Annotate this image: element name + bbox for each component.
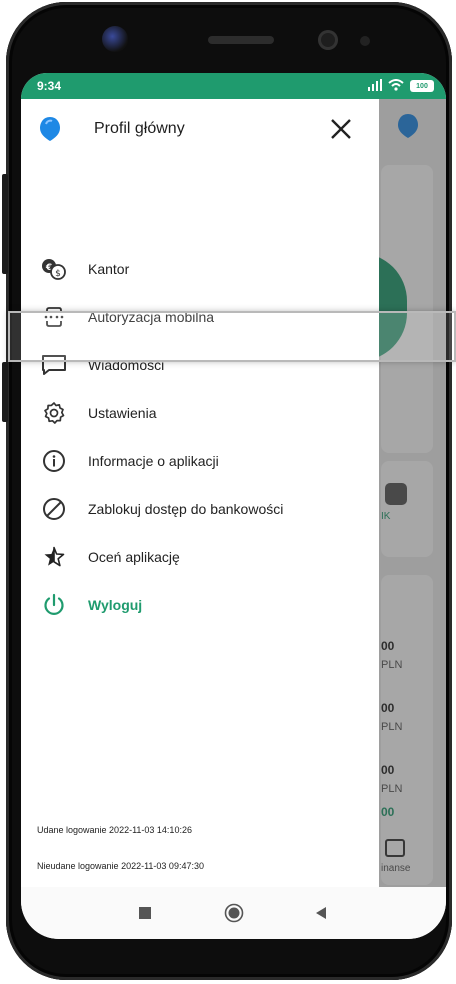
- menu-item-app-info[interactable]: Informacje o aplikacji: [21, 437, 379, 485]
- menu-item-label: Ustawienia: [88, 405, 157, 421]
- last-login-failed: Nieudane logowanie 2022-11-03 09:47:30: [37, 861, 204, 871]
- light-sensor: [360, 36, 370, 46]
- last-login-success: Udane logowanie 2022-11-03 14:10:26: [37, 825, 192, 835]
- menu-item-label: Kantor: [88, 261, 130, 277]
- back-button[interactable]: [309, 901, 333, 925]
- currency-exchange-icon: € $: [41, 256, 67, 282]
- close-icon[interactable]: [329, 117, 353, 141]
- back-triangle-icon: [316, 907, 326, 919]
- profile-avatar-icon: [40, 117, 60, 141]
- menu-item-label: Informacje o aplikacji: [88, 453, 219, 469]
- settings-highlight-frame: [8, 311, 456, 362]
- star-icon: [41, 544, 67, 570]
- drawer-title: Profil główny: [94, 120, 185, 137]
- menu-item-rate-app[interactable]: Oceń aplikację: [21, 533, 379, 581]
- menu-item-kantor[interactable]: € $ Kantor: [21, 245, 379, 293]
- menu-item-label: Zablokuj dostęp do bankowości: [88, 501, 284, 517]
- signal-icon: [368, 78, 382, 94]
- block-icon: [41, 496, 67, 522]
- front-camera: [102, 26, 128, 52]
- screen: 9:34 100 IK 00 PLN 00 PLN 00 PLN 00 inan…: [21, 73, 446, 939]
- menu-item-logout[interactable]: Wyloguj: [21, 581, 379, 629]
- system-navigation-bar: [21, 887, 446, 939]
- svg-text:$: $: [55, 269, 61, 279]
- proximity-sensor: [318, 30, 338, 50]
- drawer-header: [21, 99, 379, 159]
- volume-button: [2, 174, 8, 274]
- battery-icon: 100: [410, 80, 434, 92]
- status-bar: 9:34 100: [21, 73, 446, 99]
- status-time: 9:34: [37, 79, 62, 93]
- menu-item-block-access[interactable]: Zablokuj dostęp do bankowości: [21, 485, 379, 533]
- power-side-button: [2, 362, 8, 422]
- navigation-drawer: Profil główny € $ Kantor Autoryzacja mobi…: [21, 99, 379, 887]
- menu-item-label: Wyloguj: [88, 597, 143, 613]
- power-icon: [41, 592, 67, 618]
- info-icon: [41, 448, 67, 474]
- wifi-icon: [388, 78, 404, 94]
- home-circle-icon: [224, 903, 244, 923]
- recent-apps-button[interactable]: [133, 901, 157, 925]
- earpiece-speaker: [208, 36, 274, 44]
- square-icon: [139, 907, 151, 919]
- menu-item-label: Oceń aplikację: [88, 549, 180, 565]
- home-button[interactable]: [222, 901, 246, 925]
- menu-item-settings[interactable]: Ustawienia: [21, 389, 379, 437]
- gear-icon: [41, 400, 67, 426]
